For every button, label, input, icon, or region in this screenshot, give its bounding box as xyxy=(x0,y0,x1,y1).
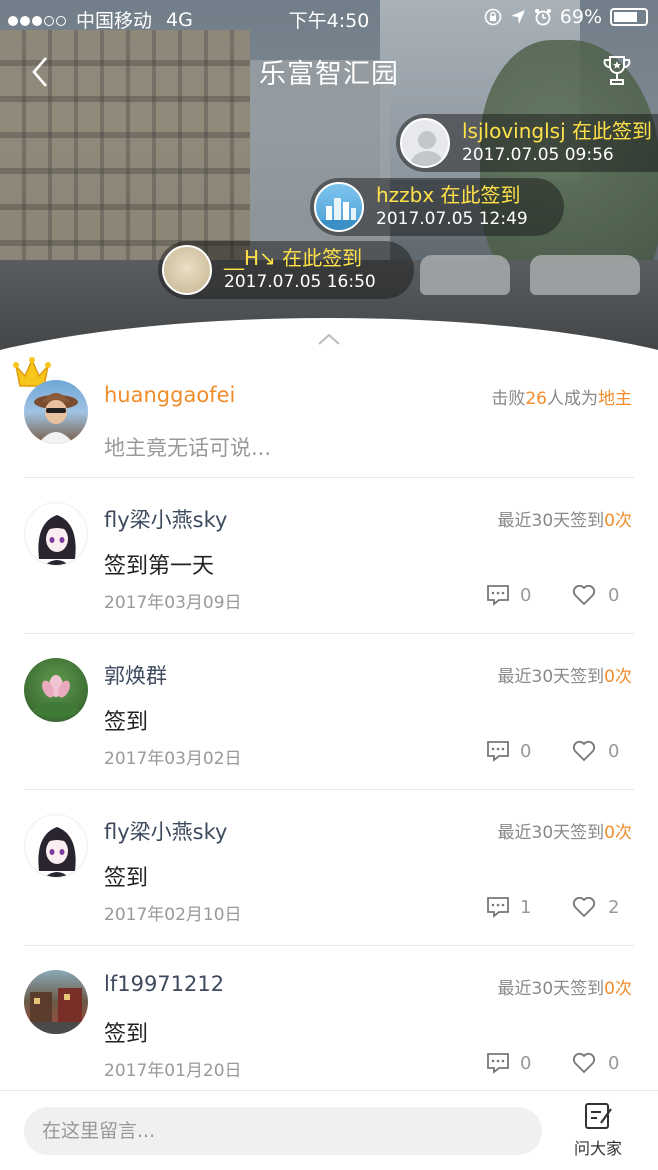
orientation-lock-icon xyxy=(484,8,502,26)
landlord-stat: 击败26人成为地主 xyxy=(491,384,632,409)
comment-button[interactable]: 0 xyxy=(486,584,531,606)
comment-icon xyxy=(487,585,509,606)
checkin-stat-label: 最近30天签到 xyxy=(497,979,605,999)
like-count: 2 xyxy=(608,896,620,918)
comment-count: 0 xyxy=(520,740,532,762)
like-button[interactable]: 0 xyxy=(572,584,619,606)
avatar[interactable] xyxy=(24,502,88,566)
like-count: 0 xyxy=(608,584,620,606)
landlord-name[interactable]: huanggaofei xyxy=(104,383,235,407)
like-count: 0 xyxy=(608,1052,620,1074)
post-author[interactable]: fly梁小燕sky xyxy=(104,816,227,846)
avatar[interactable] xyxy=(24,658,88,722)
location-icon xyxy=(510,10,525,24)
avatar xyxy=(314,182,364,232)
list-item[interactable]: lf19971212 最近30天签到0次 签到 2017年01月20日 0 0 xyxy=(0,946,658,1102)
heart-icon xyxy=(572,740,596,762)
chevron-up-icon[interactable] xyxy=(318,333,340,345)
checkin-bubble[interactable]: hzzbx 在此签到 2017.07.05 12:49 xyxy=(310,178,564,236)
default-avatar-icon xyxy=(410,131,444,166)
checkin-time: 2017.07.05 16:50 xyxy=(224,272,376,292)
checkin-time: 2017.07.05 09:56 xyxy=(462,145,614,165)
comment-count: 0 xyxy=(520,584,532,606)
anime-avatar-icon xyxy=(38,827,76,877)
post-date: 2017年01月20日 xyxy=(104,1061,242,1081)
avatar xyxy=(400,118,450,168)
post-message: 签到 xyxy=(104,710,149,735)
avatar xyxy=(162,245,212,295)
comment-count: 0 xyxy=(520,1052,532,1074)
landlord-section: huanggaofei 击败26人成为地主 地主竟无话可说... xyxy=(0,356,658,478)
checkin-user: __H↘ 在此签到 xyxy=(224,246,363,270)
list-item[interactable]: fly梁小燕sky 最近30天签到0次 签到 2017年02月10日 1 2 xyxy=(0,790,658,946)
checkin-stat-label: 最近30天签到 xyxy=(497,511,605,531)
landlord-stat-prefix: 击败 xyxy=(491,389,526,409)
post-date: 2017年03月09日 xyxy=(104,593,242,613)
checkin-stat-count: 0次 xyxy=(604,979,632,999)
checkin-stat-count: 0次 xyxy=(604,823,632,843)
list-item[interactable]: 郭焕群 最近30天签到0次 签到 2017年03月02日 0 0 xyxy=(0,634,658,790)
post-author[interactable]: 郭焕群 xyxy=(104,660,167,690)
list-item[interactable]: fly梁小燕sky 最近30天签到0次 签到第一天 2017年03月09日 0 … xyxy=(0,478,658,634)
landlord-motto: 地主竟无话可说... xyxy=(104,436,272,460)
comment-count: 1 xyxy=(520,896,532,918)
heart-icon xyxy=(572,896,596,918)
street-avatar-icon xyxy=(24,988,88,1034)
checkin-stat-label: 最近30天签到 xyxy=(497,667,605,687)
heart-icon xyxy=(572,1052,596,1074)
checkin-stat-count: 0次 xyxy=(604,511,632,531)
comment-button[interactable]: 1 xyxy=(486,896,531,918)
post-date: 2017年02月10日 xyxy=(104,905,242,925)
checkin-user: lsjlovinglsj 在此签到 xyxy=(462,119,652,143)
like-count: 0 xyxy=(608,740,620,762)
avatar[interactable] xyxy=(24,814,88,878)
comment-input[interactable]: 在这里留言... xyxy=(24,1107,542,1155)
footer-bar: 在这里留言... 问大家 xyxy=(0,1090,658,1170)
battery-percent: 69% xyxy=(559,6,602,28)
post-author[interactable]: lf19971212 xyxy=(104,972,224,996)
checkin-stat: 最近30天签到0次 xyxy=(498,506,632,531)
comment-icon xyxy=(487,897,509,918)
like-button[interactable]: 0 xyxy=(572,740,619,762)
page-title: 乐富智汇园 xyxy=(259,59,399,90)
checkin-stat: 最近30天签到0次 xyxy=(498,974,632,999)
lotus-avatar-icon xyxy=(34,675,78,718)
avatar[interactable] xyxy=(24,380,88,444)
comment-icon xyxy=(487,741,509,762)
battery-icon xyxy=(610,8,648,26)
heart-icon xyxy=(572,584,596,606)
checkin-bubble[interactable]: __H↘ 在此签到 2017.07.05 16:50 xyxy=(158,241,414,299)
ask-label: 问大家 xyxy=(573,1139,622,1158)
nav-bar: 乐富智汇园 xyxy=(0,48,658,92)
post-date: 2017年03月02日 xyxy=(104,749,242,769)
user-photo-icon xyxy=(34,393,78,444)
post-author[interactable]: fly梁小燕sky xyxy=(104,504,227,534)
checkin-user: hzzbx 在此签到 xyxy=(376,183,521,207)
alarm-icon xyxy=(534,9,551,26)
checkin-stat: 最近30天签到0次 xyxy=(498,818,632,843)
comment-button[interactable]: 0 xyxy=(486,1052,531,1074)
post-message: 签到 xyxy=(104,1022,149,1047)
edit-note-icon xyxy=(585,1103,612,1129)
post-message: 签到 xyxy=(104,866,149,891)
like-button[interactable]: 2 xyxy=(572,896,619,918)
checkin-bubble[interactable]: lsjlovinglsj 在此签到 2017.07.05 09:56 xyxy=(396,114,658,172)
landlord-title: 地主 xyxy=(598,389,632,409)
comment-button[interactable]: 0 xyxy=(486,740,531,762)
ask-everyone-button[interactable]: 问大家 xyxy=(568,1101,628,1159)
checkin-stat-label: 最近30天签到 xyxy=(497,823,605,843)
status-bar: 中国移动 4G 下午4:50 69% xyxy=(0,0,658,34)
checkin-time: 2017.07.05 12:49 xyxy=(376,209,528,229)
trophy-icon[interactable] xyxy=(602,54,632,88)
comment-icon xyxy=(487,1053,509,1074)
avatar[interactable] xyxy=(24,970,88,1034)
post-message: 签到第一天 xyxy=(104,554,215,579)
like-button[interactable]: 0 xyxy=(572,1052,619,1074)
landlord-stat-mid: 人成为 xyxy=(547,389,598,409)
city-avatar-icon xyxy=(316,198,362,230)
landlord-beat-count: 26 xyxy=(525,389,547,409)
checkin-stat: 最近30天签到0次 xyxy=(498,662,632,687)
anime-avatar-icon xyxy=(38,515,76,565)
checkin-stat-count: 0次 xyxy=(604,667,632,687)
